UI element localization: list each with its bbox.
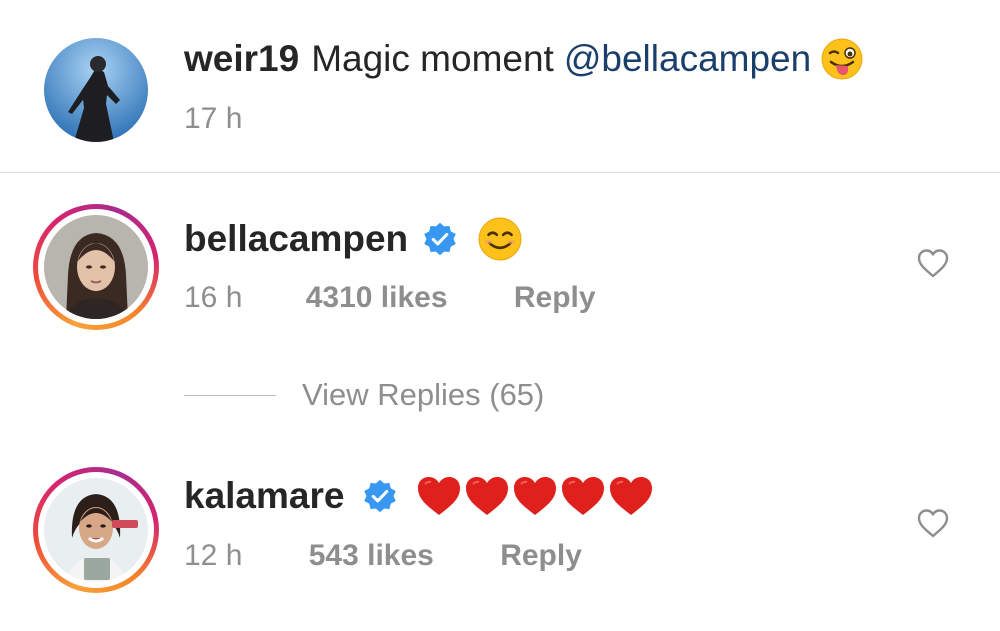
comment-bellacampen: bellacampen 16 h 4310 likes Reply View R…	[0, 173, 1000, 443]
comment-line: kalamare	[184, 475, 656, 517]
reply-button[interactable]: Reply	[514, 281, 596, 315]
verified-badge-icon	[364, 479, 397, 513]
mention-link[interactable]: @bellacampen	[564, 38, 811, 80]
reply-button[interactable]: Reply	[500, 539, 582, 573]
avatar-bellacampen[interactable]	[44, 215, 148, 319]
likes-count[interactable]: 543 likes	[309, 539, 434, 573]
like-heart-icon[interactable]	[916, 507, 950, 539]
caption-comment: weir19 Magic moment @bellacampen 17 h	[0, 0, 1000, 172]
comment-meta: 17 h	[184, 102, 242, 136]
likes-count[interactable]: 4310 likes	[306, 281, 448, 315]
timestamp: 16 h	[184, 281, 243, 314]
username-link[interactable]: weir19	[184, 38, 299, 80]
avatar-image	[44, 478, 148, 582]
story-ring[interactable]	[33, 467, 159, 593]
username-link[interactable]: kalamare	[184, 475, 344, 517]
red-heart-emoji-icon	[418, 477, 461, 515]
timestamp: 17 h	[184, 102, 243, 135]
verified-badge-icon	[424, 222, 456, 256]
comment-line: weir19 Magic moment @bellacampen	[184, 38, 863, 80]
avatar-weir19[interactable]	[44, 38, 148, 142]
red-heart-emoji-icon	[610, 477, 653, 515]
avatar-image	[44, 38, 148, 142]
username-link[interactable]: bellacampen	[184, 218, 408, 260]
winking-tongue-emoji-icon	[821, 38, 863, 80]
view-replies-label[interactable]: View Replies (65)	[302, 377, 544, 413]
replies-divider-line	[184, 394, 276, 396]
avatar-kalamare[interactable]	[44, 478, 148, 582]
avatar-image	[44, 215, 148, 319]
red-heart-emoji-icon	[466, 477, 509, 515]
comment-kalamare: kalamare 12 h 543 likes Reply	[0, 443, 1000, 631]
timestamp: 12 h	[184, 539, 243, 572]
smiling-face-emoji-icon	[478, 217, 522, 261]
comment-meta: 12 h 543 likes Reply	[184, 539, 582, 573]
hearts-emoji-group	[416, 475, 656, 517]
comment-text: Magic moment	[311, 38, 554, 79]
like-heart-icon[interactable]	[916, 247, 950, 279]
red-heart-emoji-icon	[562, 477, 605, 515]
comment-line: bellacampen	[184, 217, 522, 261]
comment-meta: 16 h 4310 likes Reply	[184, 281, 596, 315]
red-heart-emoji-icon	[514, 477, 557, 515]
story-ring[interactable]	[33, 204, 159, 330]
view-replies-button[interactable]: View Replies (65)	[184, 377, 544, 413]
